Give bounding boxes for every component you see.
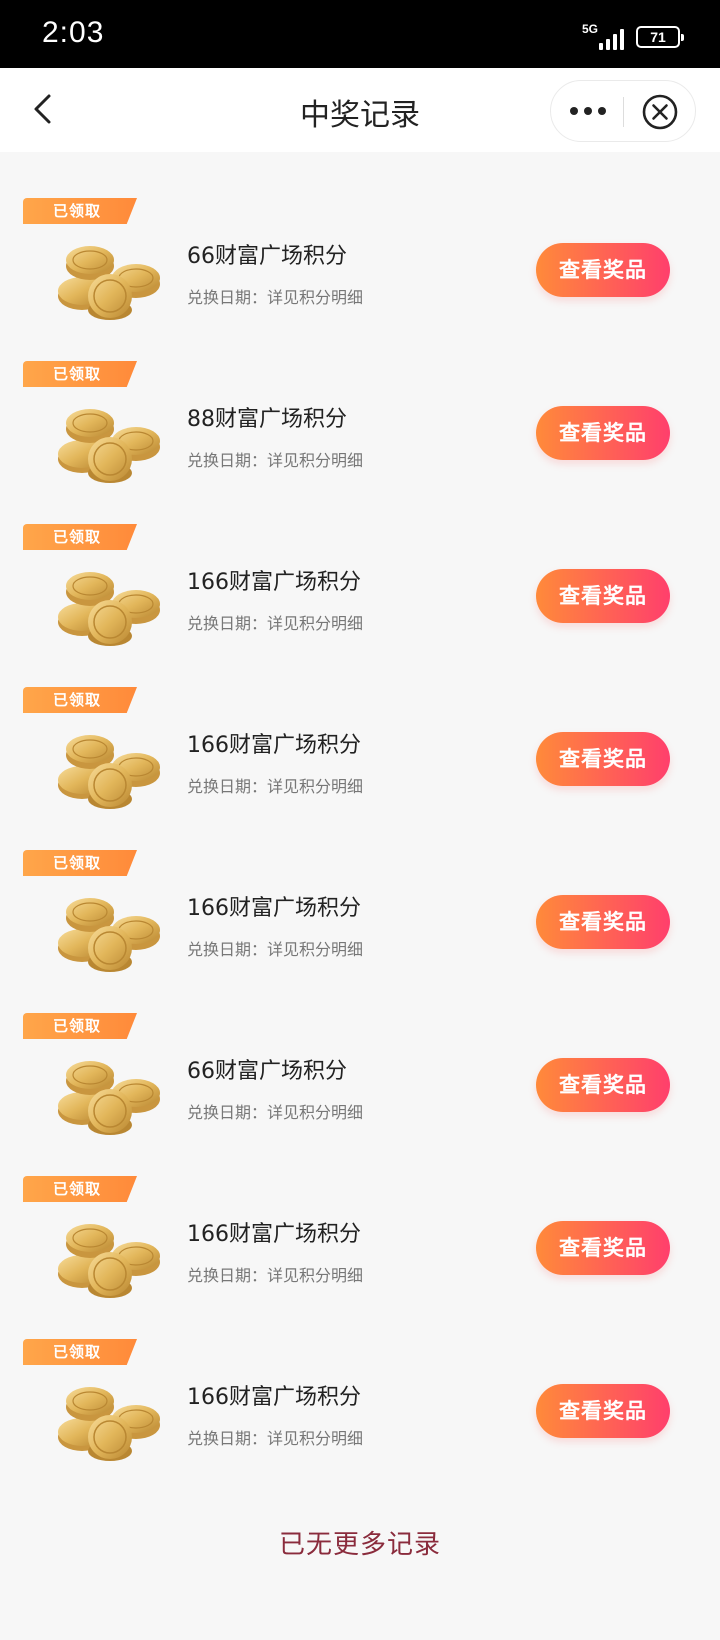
claimed-badge-label: 已领取 <box>53 528 102 546</box>
no-more-records: 已无更多记录 <box>278 1530 441 1560</box>
exchange-date: 兑换日期：详见积分明细 <box>187 288 364 307</box>
prize-name: 66财富广场积分 <box>187 244 347 269</box>
claimed-badge: 已领取 <box>23 687 137 713</box>
prize-name: 88财富广场积分 <box>187 407 347 432</box>
prize-name: 166财富广场积分 <box>187 1385 361 1410</box>
view-prize-button[interactable]: 查看奖品 <box>536 406 670 460</box>
gold-coins-icon <box>58 246 160 320</box>
exchange-date: 兑换日期：详见积分明细 <box>187 940 364 959</box>
gold-coins-icon <box>58 735 160 809</box>
claimed-badge: 已领取 <box>23 361 137 387</box>
status-bar: 2:03 5G 71 <box>0 0 720 68</box>
claimed-badge: 已领取 <box>23 198 137 224</box>
claimed-badge-label: 已领取 <box>53 1180 102 1198</box>
view-prize-button[interactable]: 查看奖品 <box>536 569 670 623</box>
claimed-badge: 已领取 <box>23 850 137 876</box>
gold-coins-icon <box>58 1224 160 1298</box>
gold-coins-icon <box>58 1061 160 1135</box>
exchange-date: 兑换日期：详见积分明细 <box>187 614 364 633</box>
claimed-badge-label: 已领取 <box>53 854 102 872</box>
mini-program-capsule <box>550 80 696 142</box>
prize-name: 166财富广场积分 <box>187 570 361 595</box>
view-prize-button[interactable]: 查看奖品 <box>536 1058 670 1112</box>
claimed-badge-label: 已领取 <box>53 202 102 220</box>
claimed-badge-label: 已领取 <box>53 1017 102 1035</box>
record-list: 已领取 66财富广场积分 兑换日期：详见积分明细 查看奖品 已领取 88财富广场… <box>0 196 720 1500</box>
network-label: 5G <box>582 22 599 36</box>
view-prize-button[interactable]: 查看奖品 <box>536 895 670 949</box>
record-item: 已领取 166财富广场积分 兑换日期：详见积分明细 查看奖品 <box>0 685 720 848</box>
prize-name: 66财富广场积分 <box>187 1059 347 1084</box>
more-dots-icon[interactable] <box>569 101 607 121</box>
record-item: 已领取 166财富广场积分 兑换日期：详见积分明细 查看奖品 <box>0 522 720 685</box>
claimed-badge-label: 已领取 <box>53 691 102 709</box>
view-prize-button[interactable]: 查看奖品 <box>536 732 670 786</box>
gold-coins-icon <box>58 898 160 972</box>
exchange-date: 兑换日期：详见积分明细 <box>187 451 364 470</box>
gold-coins-icon <box>58 1387 160 1461</box>
view-prize-button[interactable]: 查看奖品 <box>536 243 670 297</box>
claimed-badge: 已领取 <box>23 524 137 550</box>
record-item: 已领取 166财富广场积分 兑换日期：详见积分明细 查看奖品 <box>0 1174 720 1337</box>
prize-name: 166财富广场积分 <box>187 1222 361 1247</box>
prize-name: 166财富广场积分 <box>187 896 361 921</box>
claimed-badge-label: 已领取 <box>53 365 102 383</box>
status-time: 2:03 <box>42 16 105 49</box>
view-prize-button[interactable]: 查看奖品 <box>536 1221 670 1275</box>
claimed-badge: 已领取 <box>23 1013 137 1039</box>
nav-header: 中奖记录 <box>0 68 720 152</box>
exchange-date: 兑换日期：详见积分明细 <box>187 1103 364 1122</box>
prize-name: 166财富广场积分 <box>187 733 361 758</box>
claimed-badge-label: 已领取 <box>53 1343 102 1361</box>
battery-icon: 71 <box>636 26 684 48</box>
exchange-date: 兑换日期：详见积分明细 <box>187 1429 364 1448</box>
record-item: 已领取 166财富广场积分 兑换日期：详见积分明细 查看奖品 <box>0 848 720 1011</box>
close-circle-icon[interactable] <box>641 93 679 131</box>
view-prize-button[interactable]: 查看奖品 <box>536 1384 670 1438</box>
exchange-date: 兑换日期：详见积分明细 <box>187 1266 364 1285</box>
record-item: 已领取 166财富广场积分 兑换日期：详见积分明细 查看奖品 <box>0 1337 720 1500</box>
battery-level: 71 <box>650 29 666 45</box>
gold-coins-icon <box>58 409 160 483</box>
record-item: 已领取 66财富广场积分 兑换日期：详见积分明细 查看奖品 <box>0 196 720 359</box>
exchange-date: 兑换日期：详见积分明细 <box>187 777 364 796</box>
record-item: 已领取 66财富广场积分 兑换日期：详见积分明细 查看奖品 <box>0 1011 720 1174</box>
capsule-divider <box>623 97 624 127</box>
record-item: 已领取 88财富广场积分 兑换日期：详见积分明细 查看奖品 <box>0 359 720 522</box>
claimed-badge: 已领取 <box>23 1339 137 1365</box>
claimed-badge: 已领取 <box>23 1176 137 1202</box>
network-indicator: 5G <box>582 22 626 50</box>
gold-coins-icon <box>58 572 160 646</box>
signal-icon <box>599 29 624 50</box>
status-indicators: 5G 71 <box>582 22 684 50</box>
